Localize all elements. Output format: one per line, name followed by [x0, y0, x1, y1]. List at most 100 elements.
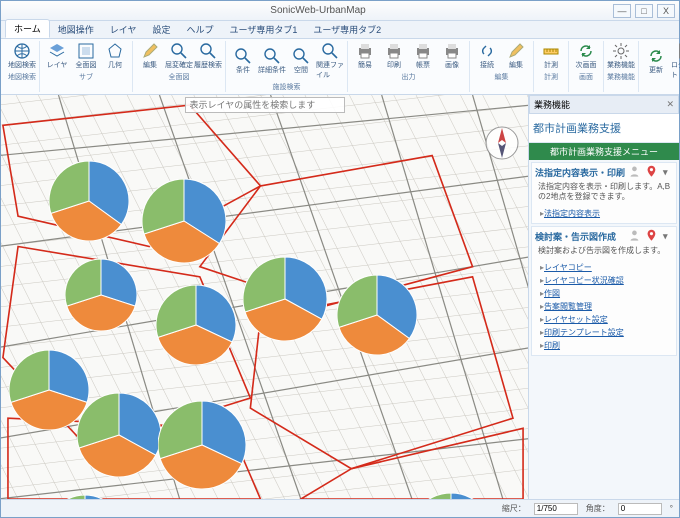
simple-button[interactable]: 簡易	[351, 41, 379, 71]
window-title: SonicWeb-UrbanMap	[23, 5, 613, 16]
toolbar-label: 屈変確定	[165, 60, 193, 70]
panel-link[interactable]: レイヤセット設定	[540, 313, 673, 326]
panel-link[interactable]: 印刷テンプレート設定	[540, 326, 673, 339]
panel-heading[interactable]: 検討案・告示図作成▾	[532, 227, 676, 245]
panel-link[interactable]: 告案閲覧管理	[540, 300, 673, 313]
menu-設定[interactable]: 設定	[144, 21, 178, 38]
logout-button[interactable]: ログアウト	[671, 41, 680, 81]
menu-ヘルプ[interactable]: ヘルプ	[179, 21, 222, 38]
toolbar-label: 画像	[445, 60, 459, 70]
toolbar-label: レイヤ	[47, 60, 68, 70]
statusbar: 縮尺： 角度： °	[1, 499, 679, 517]
full-view-button[interactable]: 全面図	[72, 41, 100, 71]
cond-search-button[interactable]: 履歴検索	[194, 41, 222, 71]
ribbon-group: 計測計測	[534, 41, 569, 92]
toolbar-label: 帳票	[416, 60, 430, 70]
toolbar-label: 空間	[294, 65, 308, 75]
pie-chart	[409, 493, 493, 499]
map-search-button[interactable]: 地図検索	[8, 41, 36, 71]
titlebar: SonicWeb-UrbanMap — □ X	[1, 1, 679, 21]
sidebar-menu-title: 都市計画業務支援メニュー	[529, 143, 679, 160]
shape-button[interactable]: 几何	[101, 41, 129, 71]
menu-ホーム[interactable]: ホーム	[5, 19, 50, 38]
menu-ユーザ専用タブ1[interactable]: ユーザ専用タブ1	[222, 21, 306, 38]
pie-chart	[77, 393, 161, 477]
sidebar-heading: 都市計画業務支援	[529, 114, 679, 143]
screen-button[interactable]: 次画面	[572, 41, 600, 71]
toolbar-label: 業務機能	[607, 60, 635, 70]
ribbon-group: 編集屈変確定履歴検索全面図	[133, 41, 226, 92]
chevron-down-icon[interactable]: ▾	[663, 231, 673, 242]
menu-ユーザ専用タブ2[interactable]: ユーザ専用タブ2	[305, 21, 389, 38]
chevron-down-icon[interactable]: ▾	[663, 167, 673, 178]
ribbon-group: 接続編集編集	[470, 41, 534, 92]
panel-link[interactable]: レイヤコピー	[540, 261, 673, 274]
spatial-button[interactable]: 空間	[287, 41, 315, 81]
biz-button[interactable]: 業務機能	[607, 41, 635, 71]
scale-input[interactable]	[534, 503, 578, 515]
panel-links: レイヤコピーレイヤコピー状況確認作図告案閲覧管理レイヤセット設定印刷テンプレート…	[532, 259, 676, 355]
panel-link[interactable]: 法指定内容表示	[540, 207, 673, 220]
menubar: ホーム地図操作レイヤ設定ヘルプユーザ専用タブ1ユーザ専用タブ2	[1, 21, 679, 39]
toolbar-label: 接続	[480, 60, 494, 70]
toolbar-label: ログアウト	[671, 60, 680, 80]
toolbar-label: 次画面	[576, 60, 597, 70]
toolbar-label: 編集	[509, 60, 523, 70]
maximize-button[interactable]: □	[635, 4, 653, 18]
panel-link[interactable]: 印刷	[540, 339, 673, 352]
toolbar-label: 関連ファイル	[316, 60, 344, 80]
measure-button[interactable]: 計測	[537, 41, 565, 71]
map-search-input[interactable]	[185, 97, 345, 113]
ribbon-group: 更新ログアウト	[639, 41, 680, 92]
panel-link[interactable]: レイヤコピー状況確認	[540, 274, 673, 287]
panel-links: 法指定内容表示	[532, 205, 676, 223]
compass-icon	[484, 125, 520, 161]
ribbon-group: 簡易印刷帳票画像出力	[348, 41, 470, 92]
ribbon-group: 次画面画面	[569, 41, 604, 92]
edit-button[interactable]: 編集	[136, 41, 164, 71]
toolbar-ribbon: 地図検索地図検索レイヤ全面図几何サブ編集屈変確定履歴検索全面図条件詳細条件空間関…	[1, 39, 679, 95]
panel-description: 法指定内容を表示・印刷します。A,Bの2地点を登録できます。	[532, 181, 676, 205]
image-button[interactable]: 画像	[438, 41, 466, 71]
menu-地図操作[interactable]: 地図操作	[50, 21, 102, 38]
ribbon-group: 業務機能業務機能	[604, 41, 639, 92]
update-button[interactable]: 更新	[642, 41, 670, 81]
ribbon-group-label: 全面図	[169, 72, 190, 82]
edit2-button[interactable]: 編集	[502, 41, 530, 71]
ribbon-group-label: 施設検索	[273, 82, 301, 92]
sidebar-title-bar: 業務機能 ✕	[529, 95, 679, 114]
pie-chart	[337, 275, 417, 355]
detail-button[interactable]: 詳細条件	[258, 41, 286, 81]
layer-button[interactable]: レイヤ	[43, 41, 71, 71]
ribbon-group-label: 業務機能	[607, 72, 635, 82]
menu-レイヤ[interactable]: レイヤ	[102, 21, 145, 38]
toolbar-label: 編集	[143, 60, 157, 70]
panel-link[interactable]: 作図	[540, 287, 673, 300]
ribbon-group: 条件詳細条件空間関連ファイル施設検索	[226, 41, 348, 92]
toolbar-label: 印刷	[387, 60, 401, 70]
close-button[interactable]: X	[657, 4, 675, 18]
ribbon-group: 地図検索地図検索	[5, 41, 40, 92]
minimize-button[interactable]: —	[613, 4, 631, 18]
toolbar-label: 詳細条件	[258, 65, 286, 75]
map-canvas[interactable]	[1, 95, 529, 499]
main-area: 業務機能 ✕ 都市計画業務支援 都市計画業務支援メニュー 法指定内容表示・印刷▾…	[1, 95, 679, 499]
panel-heading[interactable]: 法指定内容表示・印刷▾	[532, 163, 676, 181]
angle-unit: °	[670, 504, 673, 513]
print-button[interactable]: 印刷	[380, 41, 408, 71]
pie-chart	[65, 259, 137, 331]
attr-search-button[interactable]: 屈変確定	[165, 41, 193, 71]
window-controls: — □ X	[613, 4, 675, 18]
ribbon-group-label: 画面	[579, 72, 593, 82]
cond-button[interactable]: 条件	[229, 41, 257, 81]
link-button[interactable]: 接続	[473, 41, 501, 71]
pie-chart	[47, 495, 123, 499]
sidebar-close-icon[interactable]: ✕	[666, 99, 674, 110]
layout-button[interactable]: 帳票	[409, 41, 437, 71]
toolbar-label: 条件	[236, 65, 250, 75]
toolbar-label: 几何	[108, 60, 122, 70]
sidebar: 業務機能 ✕ 都市計画業務支援 都市計画業務支援メニュー 法指定内容表示・印刷▾…	[529, 95, 679, 499]
angle-input[interactable]	[618, 503, 662, 515]
related-button[interactable]: 関連ファイル	[316, 41, 344, 81]
pie-chart	[49, 161, 129, 241]
